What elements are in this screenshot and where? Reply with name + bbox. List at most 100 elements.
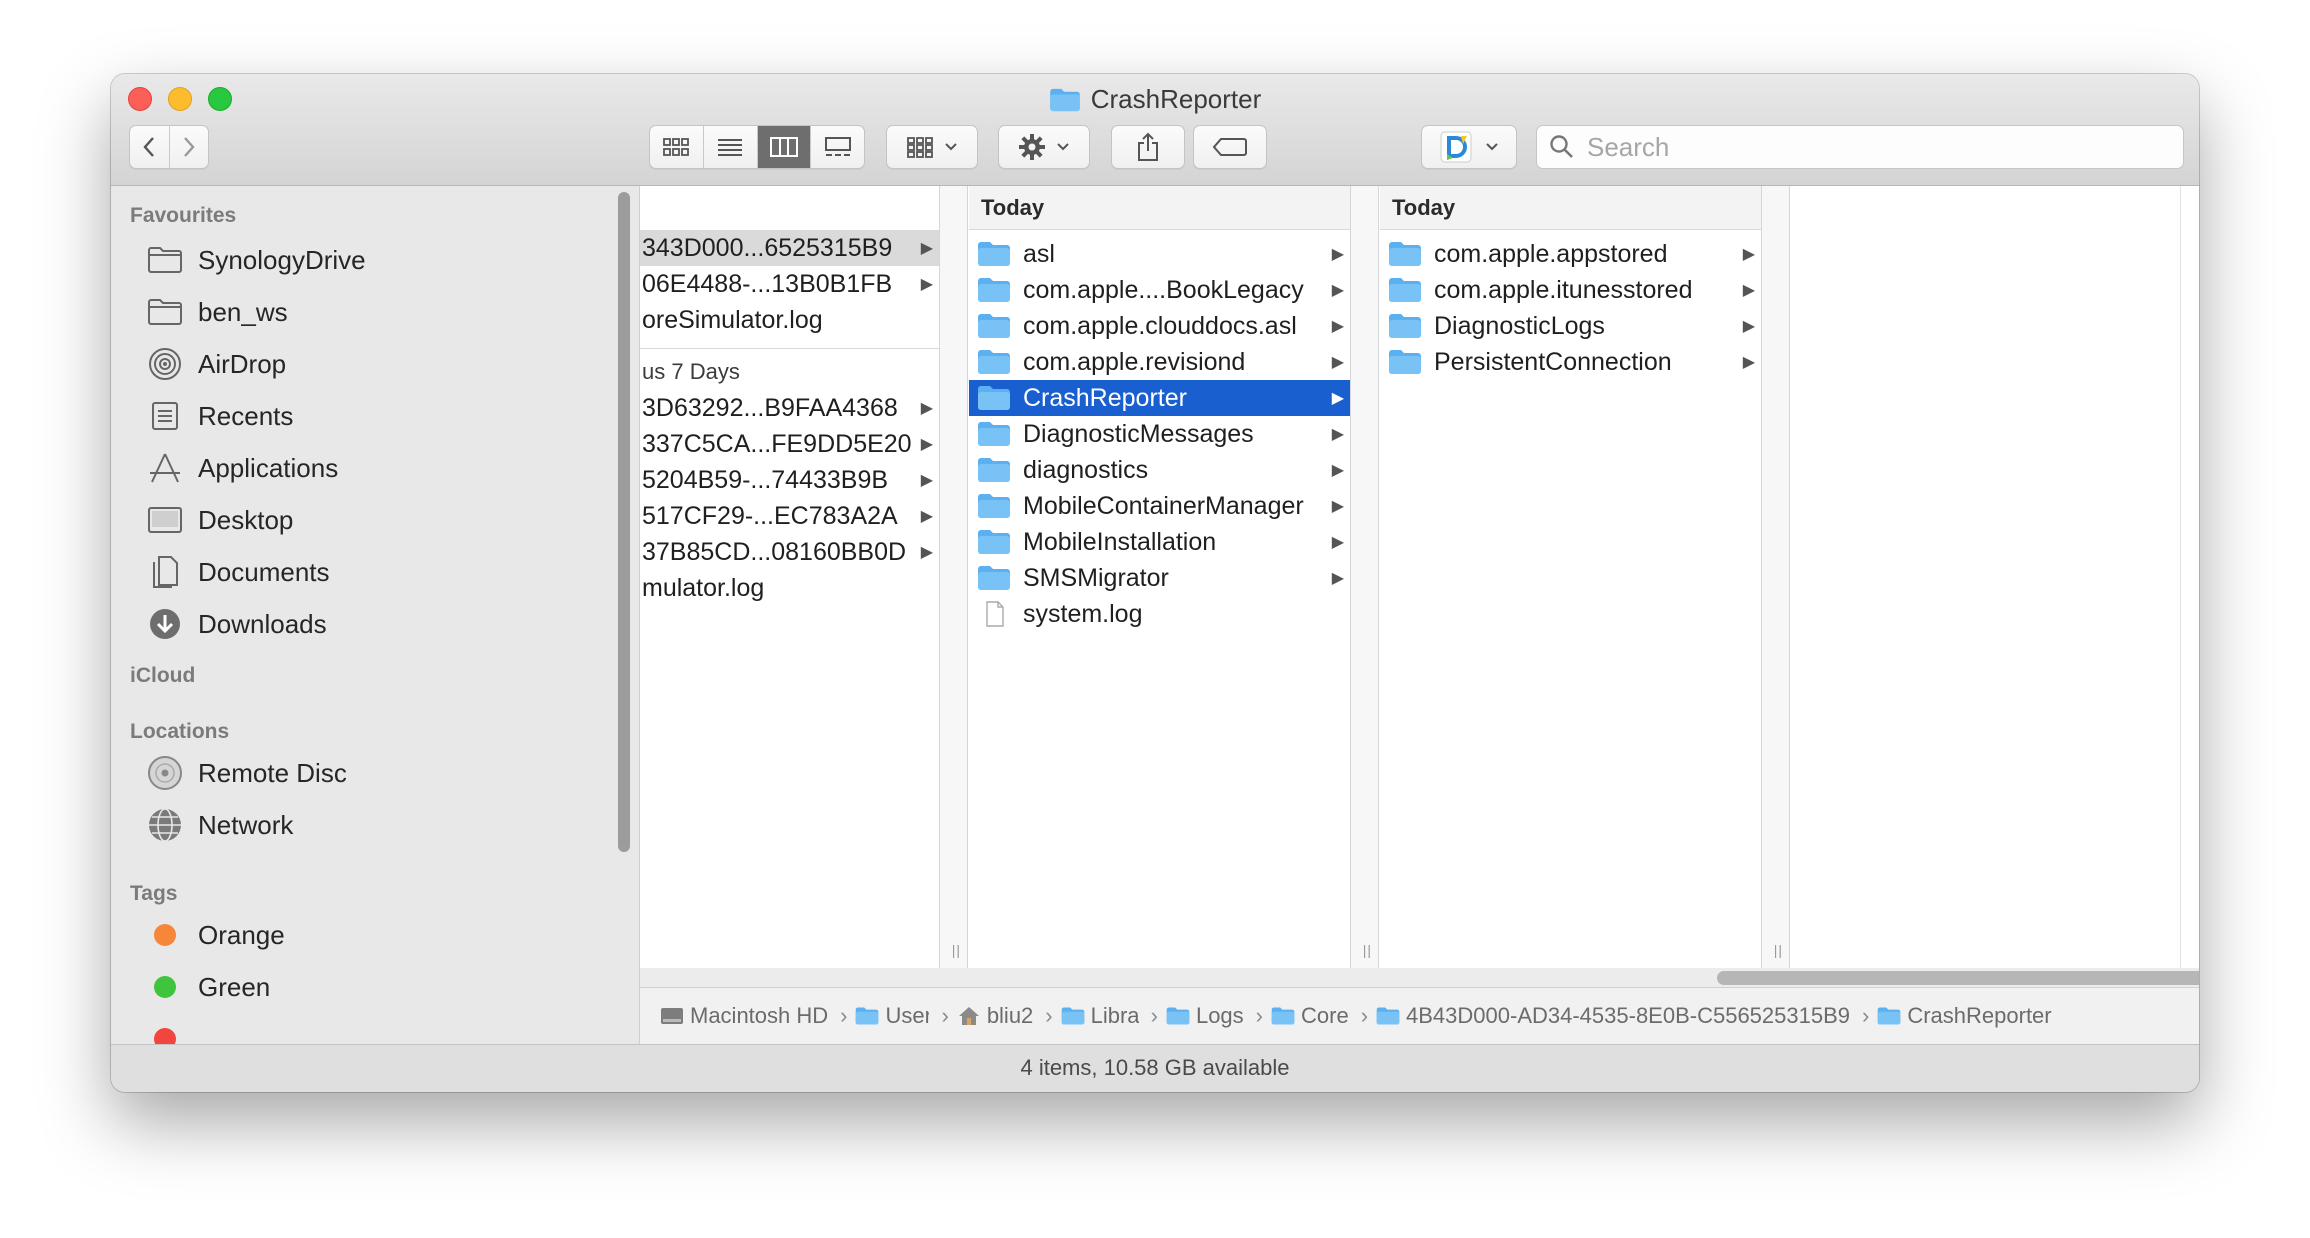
list-item[interactable]: com.apple.itunesstored ▶ [1380,272,1761,308]
list-item[interactable]: 5204B59-...74433B9B ▶ [640,462,939,498]
icon-view-button[interactable] [650,126,704,168]
disclosure-arrow-icon: ▶ [1331,390,1344,407]
sidebar-item-label: Remote Disc [198,757,347,788]
column-divider[interactable]: || [940,186,968,968]
list-item[interactable]: diagnostics ▶ [969,452,1350,488]
folder-icon [1166,1007,1190,1025]
share-button[interactable] [1111,125,1185,169]
share-icon [1138,132,1158,161]
gallery-view-button[interactable] [811,126,864,168]
sidebar-item-label: Downloads [198,608,327,639]
path-item-crashreporter[interactable]: CrashReporter [1877,1003,2052,1029]
horizontal-scrollbar[interactable] [1717,971,2199,985]
list-item[interactable]: SMSMigrator ▶ [969,560,1350,596]
list-item[interactable]: 06E4488-...13B0B1FB ▶ [640,266,939,302]
sidebar-header-tags[interactable]: Tags [130,882,177,906]
sidebar-item-recents[interactable]: Recents [146,394,293,438]
path-item-home[interactable]: bliu2 › [957,1003,1061,1029]
folder-icon [856,1007,879,1025]
folder-icon [978,242,1010,266]
sidebar-item-documents[interactable]: Documents [146,550,330,594]
list-item[interactable]: 37B85CD...08160BB0D ▶ [640,534,939,570]
search-field[interactable] [1536,125,2184,169]
documents-icon [146,554,184,590]
sidebar-item-downloads[interactable]: Downloads [146,602,327,646]
sidebar-item-network[interactable]: Network [146,803,293,847]
column-view-button[interactable] [757,126,812,168]
disclosure-arrow-icon: ▶ [1742,318,1755,335]
home-icon [958,1007,979,1025]
list-item[interactable]: PersistentConnection ▶ [1380,344,1761,380]
folder-icon [1376,1007,1400,1025]
columns-icon [769,137,798,157]
list-item[interactable]: 3D63292...B9FAA4368 ▶ [640,390,939,426]
disclosure-arrow-icon: ▶ [1742,246,1755,263]
sidebar-item-ben-ws[interactable]: ben_ws [146,290,288,334]
edit-tags-button[interactable] [1193,125,1267,169]
action-button[interactable] [998,125,1090,169]
path-item-macintosh-hd[interactable]: Macintosh HD › [660,1003,855,1029]
group-by-button[interactable] [886,125,978,169]
list-item[interactable]: DiagnosticMessages ▶ [969,416,1350,452]
disclosure-arrow-icon: ▶ [1331,534,1344,551]
sidebar-item-desktop[interactable]: Desktop [146,498,293,542]
sidebar-item-tag-orange[interactable]: Orange [146,913,285,957]
disclosure-arrow-icon: ▶ [1742,282,1755,299]
list-item[interactable]: com.apple.revisiond ▶ [969,344,1350,380]
list-item[interactable]: 343D000...6525315B9 ▶ [640,230,939,266]
sidebar-item-label: Documents [198,556,330,587]
tag-icon [1212,138,1247,156]
red-tag-dot-icon[interactable] [154,1028,176,1044]
column-2: Today asl ▶ com.apple....BookLegacy ▶ com.ap… [969,186,1351,968]
airdrop-icon [146,346,184,382]
list-item[interactable]: MobileContainerManager ▶ [969,488,1350,524]
dropdmg-extension-button[interactable] [1421,125,1517,169]
folder-icon [1271,1007,1295,1025]
list-item[interactable]: 337C5CA...FE9DD5E20 ▶ [640,426,939,462]
sidebar-item-airdrop[interactable]: AirDrop [146,342,286,386]
orange-tag-dot-icon [154,924,176,946]
sidebar-scrollbar[interactable] [618,192,630,852]
forward-button[interactable] [170,126,209,168]
list-item[interactable]: mulator.log [640,570,939,606]
sidebar-item-tag-green[interactable]: Green [146,965,270,1009]
list-item[interactable]: 517CF29-...EC783A2A ▶ [640,498,939,534]
list-item[interactable]: CrashReporter ▶ [969,380,1350,416]
search-input[interactable] [1587,131,2147,163]
list-item[interactable]: MobileInstallation ▶ [969,524,1350,560]
column-divider[interactable]: || [1351,186,1379,968]
list-item[interactable]: DiagnosticLogs ▶ [1380,308,1761,344]
list-item[interactable]: asl ▶ [969,236,1350,272]
list-item[interactable]: com.apple.clouddocs.asl ▶ [969,308,1350,344]
folder-icon [978,458,1010,482]
path-item-library[interactable]: Libra › [1061,1003,1166,1029]
list-item[interactable]: com.apple.appstored ▶ [1380,236,1761,272]
column-divider[interactable]: || [1762,186,1790,968]
folder-icon [146,294,184,330]
green-tag-dot-icon [154,976,176,998]
list-item[interactable]: oreSimulator.log [640,302,939,338]
sidebar-header-locations[interactable]: Locations [130,720,229,744]
disclosure-arrow-icon: ▶ [1331,318,1344,335]
sidebar-item-remote-disc[interactable]: Remote Disc [146,751,347,795]
sidebar-item-label: SynologyDrive [198,244,366,275]
path-item-users[interactable]: User › [855,1003,956,1029]
status-bar: 4 items, 10.58 GB available [111,1044,2199,1092]
folder-icon [1389,350,1421,374]
sidebar-item-applications[interactable]: Applications [146,446,338,490]
path-item-core[interactable]: Core › [1271,1003,1376,1029]
sidebar-header-icloud[interactable]: iCloud [130,664,195,688]
path-item-uuid-folder[interactable]: 4B43D000-AD34-4535-8E0B-C556525315B9 › [1376,1003,1877,1029]
column-header: Today [969,186,1350,230]
back-button[interactable] [130,126,170,168]
path-bar: Macintosh HD › User › bliu2 › Libra › Logs › … [640,987,2199,1044]
list-view-button[interactable] [704,126,758,168]
folder-icon [978,350,1010,374]
list-item[interactable]: com.apple....BookLegacy ▶ [969,272,1350,308]
gallery-icon [824,137,851,156]
path-item-logs[interactable]: Logs › [1166,1003,1271,1029]
list-item[interactable]: system.log [969,596,1350,632]
document-icon [986,601,1004,627]
sidebar-item-label: Network [198,809,294,840]
sidebar-item-synologydrive[interactable]: SynologyDrive [146,238,366,282]
